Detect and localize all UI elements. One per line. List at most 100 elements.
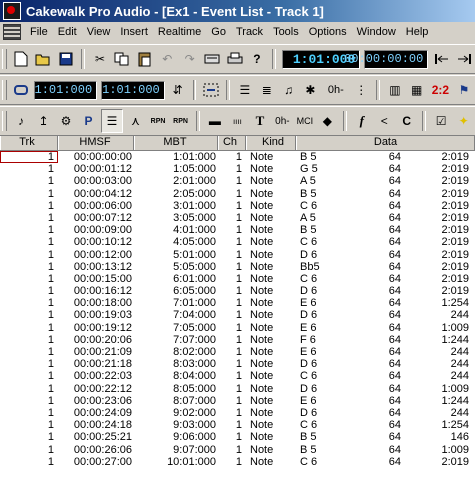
cell-note[interactable]: C 6 [296, 370, 368, 382]
cell-note[interactable]: A 5 [296, 212, 368, 224]
cell-ch[interactable]: 1 [218, 261, 246, 273]
cell-kind[interactable]: Note [246, 224, 296, 236]
cell-dur[interactable]: 1:009 [403, 383, 475, 395]
cell-trk[interactable]: 1 [0, 383, 58, 395]
cell-note[interactable]: D 6 [296, 358, 368, 370]
table-row[interactable]: 1 00:00:21:09 8:02:000 1 Note E 6 64 244 [0, 346, 475, 358]
cell-trk[interactable]: 1 [0, 419, 58, 431]
cell-vel[interactable]: 64 [368, 151, 403, 163]
menu-window[interactable]: Window [352, 23, 401, 41]
cell-note[interactable]: B 5 [296, 151, 368, 163]
document-control-icon[interactable] [3, 24, 21, 40]
cell-hmsf[interactable]: 00:00:01:12 [58, 163, 134, 175]
cell-mbt[interactable]: 8:04:000 [134, 370, 218, 382]
cell-kind[interactable]: Note [246, 309, 296, 321]
cell-trk[interactable]: 1 [0, 370, 58, 382]
cell-kind[interactable]: Note [246, 261, 296, 273]
table-row[interactable]: 1 00:00:24:09 9:02:000 1 Note D 6 64 244 [0, 407, 475, 419]
cell-hmsf[interactable]: 00:00:18:00 [58, 297, 134, 309]
table-row[interactable]: 1 00:00:06:00 3:01:000 1 Note C 6 64 2:019 [0, 200, 475, 212]
cell-kind[interactable]: Note [246, 249, 296, 261]
cell-mbt[interactable]: 2:05:000 [134, 188, 218, 200]
event-list-view-icon[interactable]: ☰ [100, 109, 124, 133]
cell-mbt[interactable]: 7:01:000 [134, 297, 218, 309]
undo-icon[interactable]: ↶ [157, 48, 177, 70]
cell-note[interactable]: E 6 [296, 322, 368, 334]
cell-trk[interactable]: 1 [0, 431, 58, 443]
cell-trk[interactable]: 1 [0, 322, 58, 334]
cell-mbt[interactable]: 5:05:000 [134, 261, 218, 273]
cell-hmsf[interactable]: 00:00:03:00 [58, 175, 134, 187]
cell-hmsf[interactable]: 00:00:24:18 [58, 419, 134, 431]
nrpn-button[interactable]: RPN [170, 110, 191, 132]
cell-trk[interactable]: 1 [0, 456, 58, 468]
table-row[interactable]: 1 00:00:12:00 5:01:000 1 Note D 6 64 2:019 [0, 249, 475, 261]
cell-vel[interactable]: 64 [368, 236, 403, 248]
cell-hmsf[interactable]: 00:00:22:12 [58, 383, 134, 395]
table-row[interactable]: 1 00:00:16:12 6:05:000 1 Note D 6 64 2:019 [0, 285, 475, 297]
cell-ch[interactable]: 1 [218, 151, 246, 163]
cell-ch[interactable]: 1 [218, 285, 246, 297]
cell-ch[interactable]: 1 [218, 273, 246, 285]
cell-hmsf[interactable]: 00:00:24:09 [58, 407, 134, 419]
cell-hmsf[interactable]: 00:00:00:00 [58, 151, 134, 163]
cell-kind[interactable]: Note [246, 236, 296, 248]
cell-hmsf[interactable]: 00:00:23:06 [58, 395, 134, 407]
table-row[interactable]: 1 00:00:18:00 7:01:000 1 Note E 6 64 1:254 [0, 297, 475, 309]
cell-mbt[interactable]: 3:01:000 [134, 200, 218, 212]
cell-note[interactable]: A 5 [296, 175, 368, 187]
cell-vel[interactable]: 64 [368, 395, 403, 407]
col-header-trk[interactable]: Trk [0, 136, 58, 150]
cell-hmsf[interactable]: 00:00:20:06 [58, 334, 134, 346]
controller-event-button[interactable]: 0h- [272, 110, 293, 132]
help-icon[interactable]: ? [247, 48, 267, 70]
table-row[interactable]: 1 00:00:21:18 8:03:000 1 Note D 6 64 244 [0, 358, 475, 370]
table-row[interactable]: 1 00:00:22:12 8:05:000 1 Note D 6 64 1:009 [0, 383, 475, 395]
cell-mbt[interactable]: 1:01:000 [134, 151, 218, 163]
cell-note[interactable]: C 6 [296, 419, 368, 431]
cell-trk[interactable]: 1 [0, 200, 58, 212]
menu-view[interactable]: View [82, 23, 116, 41]
cell-vel[interactable]: 64 [368, 175, 403, 187]
open-folder-icon[interactable] [33, 48, 53, 70]
cell-ch[interactable]: 1 [218, 456, 246, 468]
cut-icon[interactable]: ✂ [90, 48, 110, 70]
cell-mbt[interactable]: 9:02:000 [134, 407, 218, 419]
cell-trk[interactable]: 1 [0, 175, 58, 187]
cell-vel[interactable]: 64 [368, 407, 403, 419]
mci-event-button[interactable]: MCI [295, 110, 316, 132]
cell-trk[interactable]: 1 [0, 346, 58, 358]
cell-ch[interactable]: 1 [218, 309, 246, 321]
bar-lines-icon[interactable]: ≣ [257, 79, 277, 101]
table-row[interactable]: 1 00:00:23:06 8:07:000 1 Note E 6 64 1:244 [0, 395, 475, 407]
cell-kind[interactable]: Note [246, 370, 296, 382]
cell-kind[interactable]: Note [246, 419, 296, 431]
go-to-end-icon[interactable] [454, 48, 474, 70]
cell-note[interactable]: B 5 [296, 224, 368, 236]
cell-vel[interactable]: 64 [368, 444, 403, 456]
cell-ch[interactable]: 1 [218, 224, 246, 236]
table-row[interactable]: 1 00:00:07:12 3:05:000 1 Note A 5 64 2:019 [0, 212, 475, 224]
table-row[interactable]: 1 00:00:25:21 9:06:000 1 Note B 5 64 146 [0, 431, 475, 443]
cell-vel[interactable]: 64 [368, 309, 403, 321]
menu-edit[interactable]: Edit [53, 23, 82, 41]
cell-vel[interactable]: 64 [368, 224, 403, 236]
cell-vel[interactable]: 64 [368, 419, 403, 431]
cell-trk[interactable]: 1 [0, 163, 58, 175]
cell-kind[interactable]: Note [246, 407, 296, 419]
menu-help[interactable]: Help [401, 23, 434, 41]
table-row[interactable]: 1 00:00:00:00 1:01:000 1 Note B 5 64 2:019 [0, 151, 475, 164]
cell-dur[interactable]: 244 [403, 309, 475, 321]
cell-kind[interactable]: Note [246, 395, 296, 407]
cell-vel[interactable]: 64 [368, 212, 403, 224]
cell-kind[interactable]: Note [246, 188, 296, 200]
controller-filter-button[interactable]: 0h- [322, 79, 349, 101]
cell-trk[interactable]: 1 [0, 334, 58, 346]
cell-ch[interactable]: 1 [218, 383, 246, 395]
cell-hmsf[interactable]: 00:00:19:03 [58, 309, 134, 321]
cell-dur[interactable]: 2:019 [403, 212, 475, 224]
table-row[interactable]: 1 00:00:04:12 2:05:000 1 Note B 5 64 2:019 [0, 188, 475, 200]
cell-kind[interactable]: Note [246, 456, 296, 468]
chord-button[interactable]: C [397, 110, 418, 132]
redo-icon[interactable]: ↷ [179, 48, 199, 70]
